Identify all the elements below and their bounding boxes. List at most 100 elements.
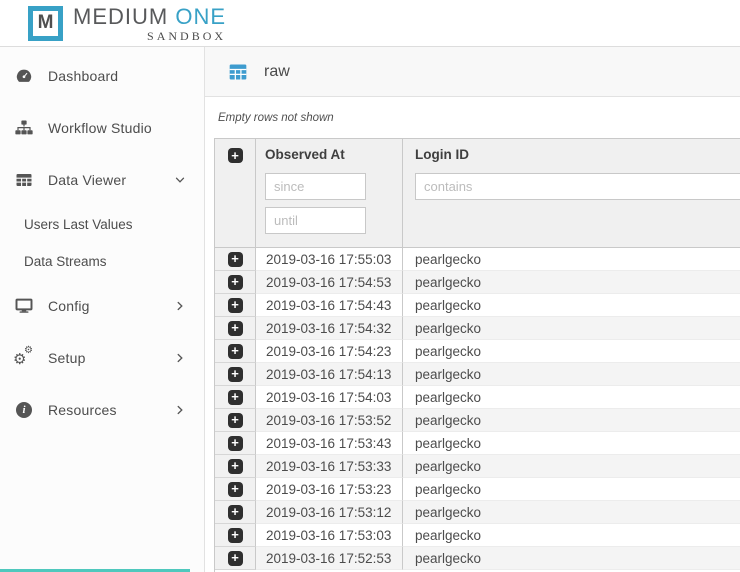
row-observed-at: 2019-03-16 17:54:13 — [256, 363, 403, 386]
plus-icon: + — [231, 436, 239, 449]
chevron-right-icon — [174, 352, 186, 364]
row-login-id: pearlgecko — [403, 432, 740, 455]
chevron-right-icon — [174, 404, 186, 416]
until-filter-input[interactable] — [265, 207, 366, 234]
sidebar-item-config[interactable]: Config — [0, 280, 204, 332]
row-login-id: pearlgecko — [403, 524, 740, 547]
observed-at-header-cell: Observed At — [256, 139, 403, 247]
table-row: + 2019-03-16 17:53:33 pearlgecko — [215, 455, 740, 478]
sidebar-item-data-viewer[interactable]: Data Viewer — [0, 154, 204, 206]
expand-row-button[interactable]: + — [228, 459, 243, 474]
expand-row-button[interactable]: + — [228, 551, 243, 566]
row-observed-at: 2019-03-16 17:53:33 — [256, 455, 403, 478]
sidebar-item-resources[interactable]: i Resources — [0, 384, 204, 436]
row-expand-cell: + — [215, 317, 256, 340]
plus-icon: + — [231, 252, 239, 265]
data-table: + Observed At Login ID + — [214, 138, 740, 572]
sidebar-item-setup[interactable]: ⚙ ⚙ Setup — [0, 332, 204, 384]
login-id-header-cell: Login ID — [403, 139, 740, 247]
sidebar-item-label: Workflow Studio — [48, 120, 152, 136]
table-row: + 2019-03-16 17:55:03 pearlgecko — [215, 248, 740, 271]
row-login-id: pearlgecko — [403, 547, 740, 570]
table-row: + 2019-03-16 17:53:03 pearlgecko — [215, 524, 740, 547]
row-observed-at: 2019-03-16 17:53:03 — [256, 524, 403, 547]
logo-text: MEDIUM ONE SANDBOX — [73, 4, 226, 43]
expand-row-button[interactable]: + — [228, 528, 243, 543]
plus-icon: + — [231, 528, 239, 541]
content-header: raw — [205, 47, 740, 97]
row-expand-cell: + — [215, 432, 256, 455]
plus-icon: + — [231, 275, 239, 288]
row-expand-cell: + — [215, 386, 256, 409]
chevron-down-icon — [174, 174, 186, 186]
row-expand-cell: + — [215, 524, 256, 547]
row-expand-cell: + — [215, 501, 256, 524]
info-circle-icon: i — [14, 402, 34, 418]
plus-icon: + — [231, 482, 239, 495]
row-expand-cell: + — [215, 547, 256, 570]
since-filter-input[interactable] — [265, 173, 366, 200]
row-observed-at: 2019-03-16 17:53:52 — [256, 409, 403, 432]
plus-icon: + — [231, 505, 239, 518]
sidebar-item-dashboard[interactable]: Dashboard — [0, 50, 204, 102]
row-expand-cell: + — [215, 363, 256, 386]
expand-row-button[interactable]: + — [228, 252, 243, 267]
dashboard-icon — [14, 67, 34, 85]
sidebar-item-data-streams[interactable]: Data Streams — [0, 243, 204, 280]
plus-icon: + — [231, 413, 239, 426]
table-row: + 2019-03-16 17:54:32 pearlgecko — [215, 317, 740, 340]
row-login-id: pearlgecko — [403, 409, 740, 432]
expand-row-button[interactable]: + — [228, 436, 243, 451]
row-login-id: pearlgecko — [403, 501, 740, 524]
expand-row-button[interactable]: + — [228, 344, 243, 359]
contains-filter-input[interactable] — [415, 173, 740, 200]
expand-row-button[interactable]: + — [228, 298, 243, 313]
row-observed-at: 2019-03-16 17:54:32 — [256, 317, 403, 340]
column-header-login-id: Login ID — [403, 139, 740, 170]
sidebar-item-label: Resources — [48, 402, 117, 418]
row-login-id: pearlgecko — [403, 248, 740, 271]
expand-all-button[interactable]: + — [228, 148, 243, 163]
expand-row-button[interactable]: + — [228, 321, 243, 336]
table-row: + 2019-03-16 17:54:13 pearlgecko — [215, 363, 740, 386]
plus-icon: + — [231, 367, 239, 380]
table-row: + 2019-03-16 17:52:53 pearlgecko — [215, 547, 740, 570]
sidebar-item-users-last-values[interactable]: Users Last Values — [0, 206, 204, 243]
table-note-bar: Empty rows not shown — [205, 97, 740, 138]
row-login-id: pearlgecko — [403, 363, 740, 386]
table-row: + 2019-03-16 17:54:43 pearlgecko — [215, 294, 740, 317]
sidebar-subitem-label: Users Last Values — [24, 217, 133, 232]
row-expand-cell: + — [215, 340, 256, 363]
plus-icon: + — [231, 344, 239, 357]
expand-row-button[interactable]: + — [228, 275, 243, 290]
expand-all-header-cell: + — [215, 139, 256, 247]
config-icon — [14, 297, 34, 315]
expand-row-button[interactable]: + — [228, 413, 243, 428]
brand-name-primary: MEDIUM — [73, 4, 168, 29]
data-viewer-icon — [14, 171, 34, 189]
row-expand-cell: + — [215, 478, 256, 501]
sidebar-item-workflow-studio[interactable]: Workflow Studio — [0, 102, 204, 154]
expand-row-button[interactable]: + — [228, 505, 243, 520]
row-observed-at: 2019-03-16 17:54:23 — [256, 340, 403, 363]
expand-row-button[interactable]: + — [228, 367, 243, 382]
row-observed-at: 2019-03-16 17:54:43 — [256, 294, 403, 317]
row-login-id: pearlgecko — [403, 340, 740, 363]
row-login-id: pearlgecko — [403, 271, 740, 294]
main-content: raw Empty rows not shown + Observed At — [205, 47, 740, 572]
row-login-id: pearlgecko — [403, 478, 740, 501]
plus-icon: + — [231, 149, 239, 162]
plus-icon: + — [231, 390, 239, 403]
row-observed-at: 2019-03-16 17:54:53 — [256, 271, 403, 294]
sidebar-item-label: Config — [48, 298, 90, 314]
expand-row-button[interactable]: + — [228, 482, 243, 497]
raw-table-icon — [227, 62, 249, 82]
plus-icon: + — [231, 459, 239, 472]
expand-row-button[interactable]: + — [228, 390, 243, 405]
sidebar-subitem-label: Data Streams — [24, 254, 107, 269]
workflow-studio-icon — [14, 119, 34, 137]
row-login-id: pearlgecko — [403, 294, 740, 317]
top-header: M MEDIUM ONE SANDBOX — [0, 0, 740, 47]
table-row: + 2019-03-16 17:53:52 pearlgecko — [215, 409, 740, 432]
brand-logo[interactable]: M MEDIUM ONE SANDBOX — [28, 4, 226, 43]
